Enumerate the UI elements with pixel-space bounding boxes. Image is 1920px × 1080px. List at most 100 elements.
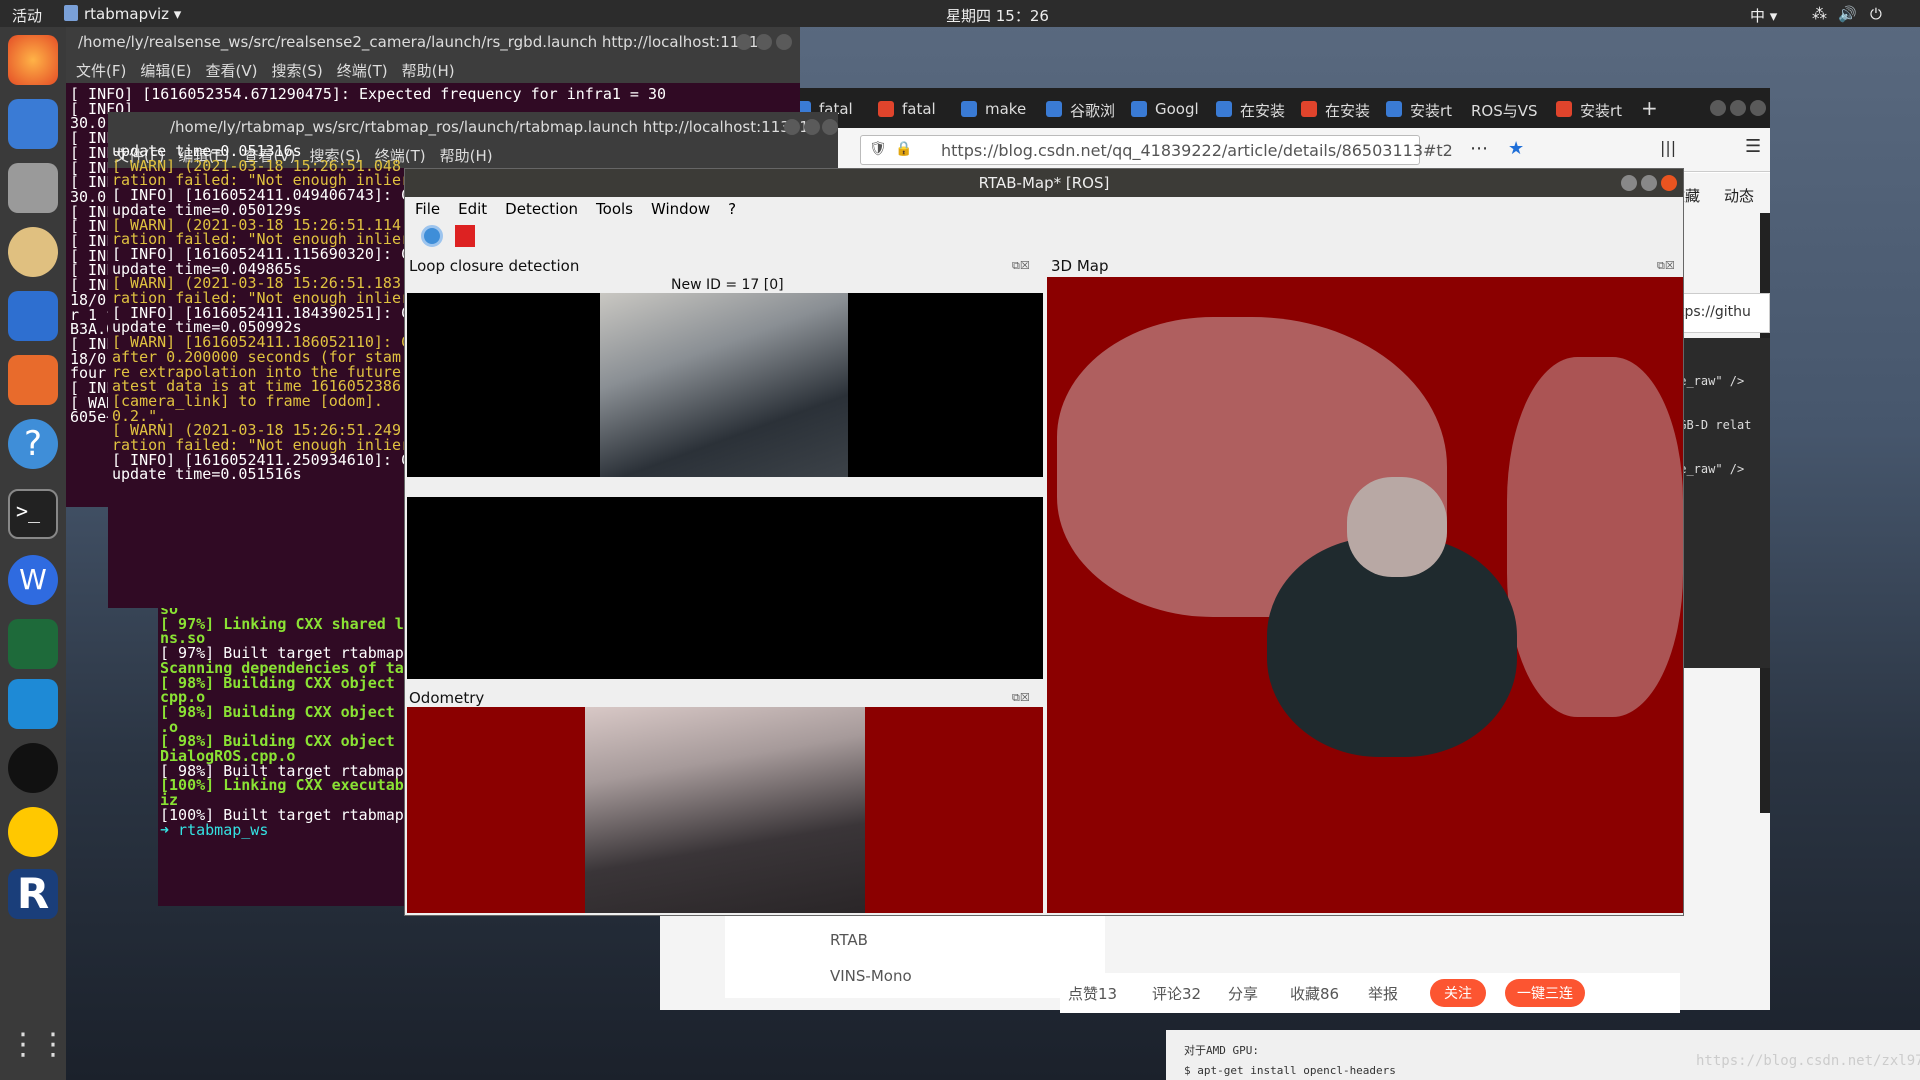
odometry-title: Odometry	[409, 689, 485, 707]
odometry-image	[585, 707, 865, 913]
tab-6[interactable]: Googl	[1121, 94, 1201, 124]
menu-help[interactable]: ?	[728, 200, 736, 218]
rhythmbox-icon[interactable]	[8, 227, 58, 277]
tab-9[interactable]: 安装rt	[1376, 94, 1456, 124]
code-block: ge_raw" /> RGB-D relat ge_raw" />	[1670, 338, 1770, 668]
activities-button[interactable]: 活动	[12, 5, 42, 26]
menu-window[interactable]: Window	[651, 200, 710, 218]
shell-prompt[interactable]: ➜ rtabmap_ws	[160, 821, 268, 839]
files-icon[interactable]	[8, 163, 58, 213]
menu-file[interactable]: File	[415, 200, 440, 218]
show-apps-icon[interactable]: ⋮⋮	[8, 1027, 68, 1077]
qq-icon[interactable]	[8, 743, 58, 793]
menu-edit[interactable]: Edit	[458, 200, 487, 218]
tab-11[interactable]: 安装rt	[1546, 94, 1626, 124]
loop-image-top	[407, 293, 1043, 477]
maximize-button[interactable]	[1730, 100, 1746, 116]
triple-button[interactable]: 一键三连	[1505, 979, 1585, 1007]
terminal-line: update time=0.051516s	[112, 465, 302, 484]
more-icon[interactable]: ⋯	[1470, 138, 1488, 159]
report-button[interactable]: 举报	[1368, 983, 1398, 1004]
menu-tools[interactable]: Tools	[596, 200, 633, 218]
network-icon[interactable]: ⁂	[1812, 5, 1827, 23]
url-field[interactable]: 🛡 🔒 https://blog.csdn.net/qq_41839222/ar…	[860, 135, 1453, 165]
share-button[interactable]: 分享	[1228, 983, 1258, 1004]
dock-float-icon[interactable]: ⧉☒	[1012, 691, 1030, 705]
lock-icon: 🔒	[895, 141, 913, 157]
minimize-button[interactable]	[1710, 100, 1726, 116]
minimize-button[interactable]	[1621, 175, 1637, 191]
volume-icon[interactable]: 🔊	[1838, 5, 1857, 23]
menu-edit[interactable]: 编辑(E)	[140, 62, 191, 80]
loop-closure-title: Loop closure detection	[409, 257, 580, 275]
minimize-button[interactable]	[784, 119, 800, 135]
tab-7[interactable]: 在安装	[1206, 94, 1286, 124]
power-icon[interactable]: ⏻	[1870, 5, 1882, 23]
menu-search[interactable]: 搜索(S)	[272, 62, 323, 80]
favorite-button[interactable]: 收藏86	[1290, 983, 1339, 1004]
bottom-code-area: 对于AMD GPU: $ apt-get install opencl-head…	[1166, 1030, 1920, 1080]
menu-help[interactable]: 帮助(H)	[440, 147, 493, 165]
firefox-icon[interactable]	[8, 35, 58, 85]
close-button[interactable]	[776, 34, 792, 50]
point-cloud-face	[1347, 477, 1447, 577]
tab-8[interactable]: 在安装	[1291, 94, 1371, 124]
terminal-line: [100%] Linking CXX executab	[160, 776, 404, 795]
input-method[interactable]: 中 ▾	[1750, 5, 1777, 26]
dock-float-icon[interactable]: ⧉☒	[1657, 259, 1675, 273]
help-icon[interactable]: ?	[8, 419, 58, 469]
terminal-title: /home/ly/rtabmap_ws/src/rtabmap_ros/laun…	[108, 112, 838, 142]
menu-help[interactable]: 帮助(H)	[402, 62, 455, 80]
bookmark-star-icon[interactable]: ★	[1508, 138, 1524, 159]
new-tab-button[interactable]: +	[1635, 94, 1665, 124]
menu-view[interactable]: 查看(V)	[206, 62, 258, 80]
camera-image	[600, 293, 848, 477]
vscode-icon[interactable]	[8, 679, 58, 729]
url-text[interactable]: https://blog.csdn.net/qq_41839222/articl…	[941, 141, 1453, 160]
tab-4[interactable]: make	[951, 94, 1031, 124]
nav-dynamic[interactable]: 动态	[1724, 185, 1754, 206]
app-menu[interactable]: rtabmapviz ▾	[84, 5, 181, 23]
3d-map-view[interactable]	[1047, 277, 1683, 913]
top-panel: 活动 rtabmapviz ▾ 星期四 15：26 中 ▾ ⁂ 🔊 ⏻	[0, 0, 1920, 27]
music-icon[interactable]	[8, 807, 58, 857]
point-cloud-wall	[1507, 357, 1683, 717]
tab-10[interactable]: ROS与VS	[1461, 94, 1541, 124]
rviz-icon[interactable]	[8, 619, 58, 669]
writer-icon[interactable]	[8, 291, 58, 341]
close-button[interactable]	[1750, 100, 1766, 116]
library-icon[interactable]: |||	[1660, 138, 1676, 157]
terminal-title: /home/ly/realsense_ws/src/realsense2_cam…	[66, 27, 800, 57]
comment-button[interactable]: 评论32	[1152, 983, 1201, 1004]
like-button[interactable]: 点赞13	[1068, 983, 1117, 1004]
maximize-button[interactable]	[1641, 175, 1657, 191]
rtabmap-icon[interactable]: R	[8, 869, 58, 919]
thunderbird-icon[interactable]	[8, 99, 58, 149]
dock-float-icon[interactable]: ⧉☒	[1012, 259, 1030, 273]
menu-file[interactable]: 文件(F)	[76, 62, 126, 80]
new-id-label: New ID = 17 [0]	[671, 277, 784, 293]
menu-icon[interactable]: ☰	[1745, 136, 1761, 157]
tab-5[interactable]: 谷歌浏	[1036, 94, 1116, 124]
refresh-icon[interactable]	[421, 225, 443, 247]
follow-button[interactable]: 关注	[1430, 979, 1486, 1007]
tab-3[interactable]: fatal	[868, 94, 946, 124]
terminal-icon[interactable]: >_	[8, 489, 58, 539]
close-button[interactable]	[822, 119, 838, 135]
menu-terminal[interactable]: 终端(T)	[337, 62, 388, 80]
action-bar: 点赞13 评论32 分享 收藏86 举报 关注 一键三连	[1060, 973, 1680, 1013]
wps-icon[interactable]: W	[8, 555, 58, 605]
sidebar-item-rtab[interactable]: RTAB	[830, 931, 868, 949]
menu-detection[interactable]: Detection	[505, 200, 578, 218]
software-center-icon[interactable]	[8, 355, 58, 405]
maximize-button[interactable]	[756, 34, 772, 50]
pause-icon[interactable]	[455, 225, 475, 247]
sidebar-item-vins[interactable]: VINS-Mono	[830, 967, 912, 985]
rtabmap-window: RTAB-Map* [ROS] File Edit Detection Tools Wi…	[404, 168, 1684, 916]
close-button[interactable]	[1661, 175, 1677, 191]
minimize-button[interactable]	[736, 34, 752, 50]
clock[interactable]: 星期四 15：26	[946, 5, 1049, 26]
maximize-button[interactable]	[804, 119, 820, 135]
map-title: 3D Map	[1051, 257, 1109, 275]
dock: ? >_ W R ⋮⋮	[0, 27, 68, 1080]
